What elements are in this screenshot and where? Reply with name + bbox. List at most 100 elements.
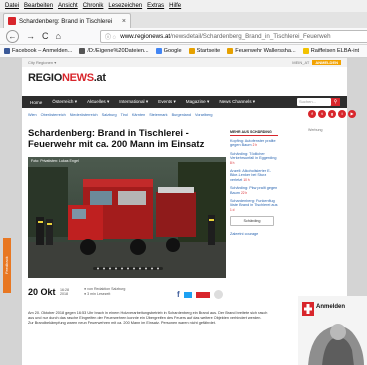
bookmark-favicon-icon <box>4 48 10 54</box>
site-info-icon[interactable]: ⓘ ◌ <box>105 32 116 41</box>
sidebar-news-age: 22 h <box>240 190 248 195</box>
bookmark-favicon-icon <box>227 48 234 54</box>
article-body: Am 20. Oktober 2018 gegen 16:53 Uhr brac… <box>28 311 268 325</box>
menu-item-chronik[interactable]: Chronik <box>83 3 104 9</box>
menu-item-extras[interactable]: Extras <box>147 3 164 9</box>
subnav-item[interactable]: Steiermark <box>149 113 167 117</box>
url-path: /newsdetail/Schardenberg_Brand_in_Tischl… <box>170 33 331 40</box>
social-icon[interactable]: g <box>328 110 336 118</box>
sidebar-news-title: Schardenberg: Funkenflug löste Brand in … <box>230 199 278 208</box>
main-nav-item[interactable]: Magazine ▾ <box>186 99 210 105</box>
menu-item-bearbeiten[interactable]: Bearbeiten <box>24 3 53 9</box>
home-button[interactable]: ⌂ <box>56 31 61 41</box>
sidebar-link[interactable]: Zaleetni courage <box>230 232 278 236</box>
sidebar-list: Kopfing: Autofenster prallte gegen Baum … <box>230 139 278 212</box>
sidebar-news-item[interactable]: Schärding: Pkw prallt gegen Baum 22 h <box>230 186 278 195</box>
bookmark-label: Startseite <box>196 48 221 54</box>
login-button[interactable]: ANMELDEN <box>312 60 341 65</box>
main-nav-item[interactable]: International ▾ <box>119 99 148 105</box>
bookmark-favicon-icon <box>155 48 162 54</box>
facebook-share-icon[interactable]: f <box>177 290 180 299</box>
tab-close-icon[interactable]: × <box>122 18 126 25</box>
main-nav-item[interactable]: Home <box>30 100 42 105</box>
bookmark-label: Google <box>163 48 182 54</box>
bookmark-item[interactable]: /D:/Eigene%20Dateien... <box>79 48 149 54</box>
whatsapp-share-icon[interactable] <box>213 290 223 299</box>
sidebar-news-age: 8 h <box>230 160 235 165</box>
ambulance-ad[interactable]: Anmelden <box>298 296 367 365</box>
main-nav-item[interactable]: Österreich ▾ <box>52 99 77 105</box>
page-viewport: City Regionen ▾ MEIN_AT ANMELDEN REGIONE… <box>0 58 367 365</box>
sidebar-news-item[interactable]: Schärding: Tödlicher Verkehrsunfall in E… <box>230 152 278 165</box>
sidebar-news-item[interactable]: Kopfing: Autofenster prallte gegen Baum … <box>230 139 278 148</box>
photo-caption: Foto: Privatisten: Lukas Engel <box>31 159 79 163</box>
social-icon[interactable]: t <box>318 110 326 118</box>
article-date: 20 Okt <box>28 287 56 297</box>
subnav-item[interactable]: Wien <box>28 113 37 117</box>
forward-button[interactable]: → <box>26 31 35 41</box>
back-arrow-icon: ← <box>8 31 17 41</box>
article-photo[interactable]: Foto: Privatisten: Lukas Engel <box>28 157 226 278</box>
main-nav-item[interactable]: Aktuelles ▾ <box>87 99 109 105</box>
main-nav-item[interactable]: News Channels ▾ <box>219 99 255 105</box>
social-icon[interactable]: ▶ <box>348 110 356 118</box>
regions-dropdown[interactable]: City Regionen ▾ <box>28 60 56 65</box>
feedback-tab[interactable]: Feedback <box>3 238 11 293</box>
twitter-share-icon[interactable] <box>183 291 192 298</box>
article-byline: ● von Redaktion Salzburg ● 3 min Lesezei… <box>84 287 125 296</box>
subnav-item[interactable]: Burgenland <box>172 113 191 117</box>
subnav-item[interactable]: Tirol <box>121 113 128 117</box>
bookmark-favicon-icon <box>79 48 86 54</box>
social-icon[interactable]: f <box>308 110 316 118</box>
article-time: 16:28 2018 <box>60 288 69 296</box>
subnav-item[interactable]: Vorarlberg <box>195 113 213 117</box>
bookmark-label: Raiffeisen ELBA-int <box>310 48 360 54</box>
reload-button[interactable]: C <box>42 31 49 41</box>
menu-item-ansicht[interactable]: Ansicht <box>58 3 78 9</box>
tab-strip: Schardenberg: Brand in Tischlerei × + <box>0 12 367 38</box>
social-icon[interactable]: i <box>338 110 346 118</box>
site-logo[interactable]: REGIONEWS.at <box>28 72 106 84</box>
region-subnav: Wien Oberösterreich Niederösterreich Salzbu… <box>28 111 268 119</box>
sidebar-news-age: 10 h <box>243 177 250 182</box>
bookmark-item[interactable]: Feuerwehr Wallerssha... <box>227 48 296 54</box>
subnav-item[interactable]: Niederösterreich <box>70 113 98 117</box>
menu-bar: Datei Bearbeiten Ansicht Chronik Lesezeichen… <box>0 0 367 12</box>
byline-author: ● von Redaktion Salzburg <box>84 287 126 291</box>
bookmark-label: /D:/Eigene%20Dateien... <box>87 48 149 54</box>
bookmark-item[interactable]: Google <box>155 48 182 54</box>
menu-item-hilfe[interactable]: Hilfe <box>169 3 181 9</box>
subnav-item[interactable]: Salzburg <box>102 113 117 117</box>
navigation-bar: ← → C ⌂ ⓘ ◌ www.regionews.at /newsdetail… <box>0 28 367 45</box>
bookmark-item[interactable]: Raiffeisen ELBA-int <box>302 48 360 54</box>
menu-item-lesezeichen[interactable]: Lesezeichen <box>108 3 142 9</box>
logo-part-3: .at <box>93 72 106 84</box>
share-button[interactable] <box>195 291 210 298</box>
bookmark-item[interactable]: Facebook – Anmelden... <box>4 48 72 54</box>
region-button[interactable]: Schärding <box>230 216 274 227</box>
search-icon[interactable]: ⚲ <box>331 98 340 106</box>
sidebar-news-age: 2 h <box>252 143 258 148</box>
bookmark-favicon-icon <box>302 48 309 54</box>
back-button[interactable]: ← <box>6 29 19 43</box>
sidebar-news-title: Schärding: Pkw prallt gegen Baum <box>230 186 278 195</box>
article-year: 2018 <box>60 292 68 296</box>
address-bar[interactable]: ⓘ ◌ www.regionews.at /newsdetail/Scharde… <box>100 30 367 43</box>
ad-label: Werbung <box>308 128 323 132</box>
menu-item-datei[interactable]: Datei <box>5 3 19 9</box>
search-input[interactable]: Suchen... <box>297 98 331 106</box>
tab-active[interactable]: Schardenberg: Brand in Tischlerei × <box>3 13 131 28</box>
sidebar-news-item[interactable]: Schardenberg: Funkenflug löste Brand in … <box>230 199 278 212</box>
main-nav-item[interactable]: Events ▾ <box>158 99 176 105</box>
my-account-link[interactable]: MEIN_AT <box>292 60 309 65</box>
bookmark-label: Feuerwehr Wallerssha... <box>235 48 296 54</box>
share-bar: f <box>177 290 223 299</box>
subnav-item[interactable]: Oberösterreich <box>41 113 66 117</box>
sidebar-news-item[interactable]: Anzell: Alkoholisierter E-Bike-Lenker be… <box>230 169 278 182</box>
bookmark-item[interactable]: Startseite <box>188 48 221 54</box>
sidebar-news-title: Schärding: Tödlicher Verkehrsunfall in E… <box>230 151 277 161</box>
subnav-item[interactable]: Kärnten <box>132 113 145 117</box>
sidebar-title: MEHR AUS SCHÄRDING <box>230 130 278 136</box>
bookmark-favicon-icon <box>188 48 195 54</box>
site-favicon-icon <box>8 17 16 25</box>
